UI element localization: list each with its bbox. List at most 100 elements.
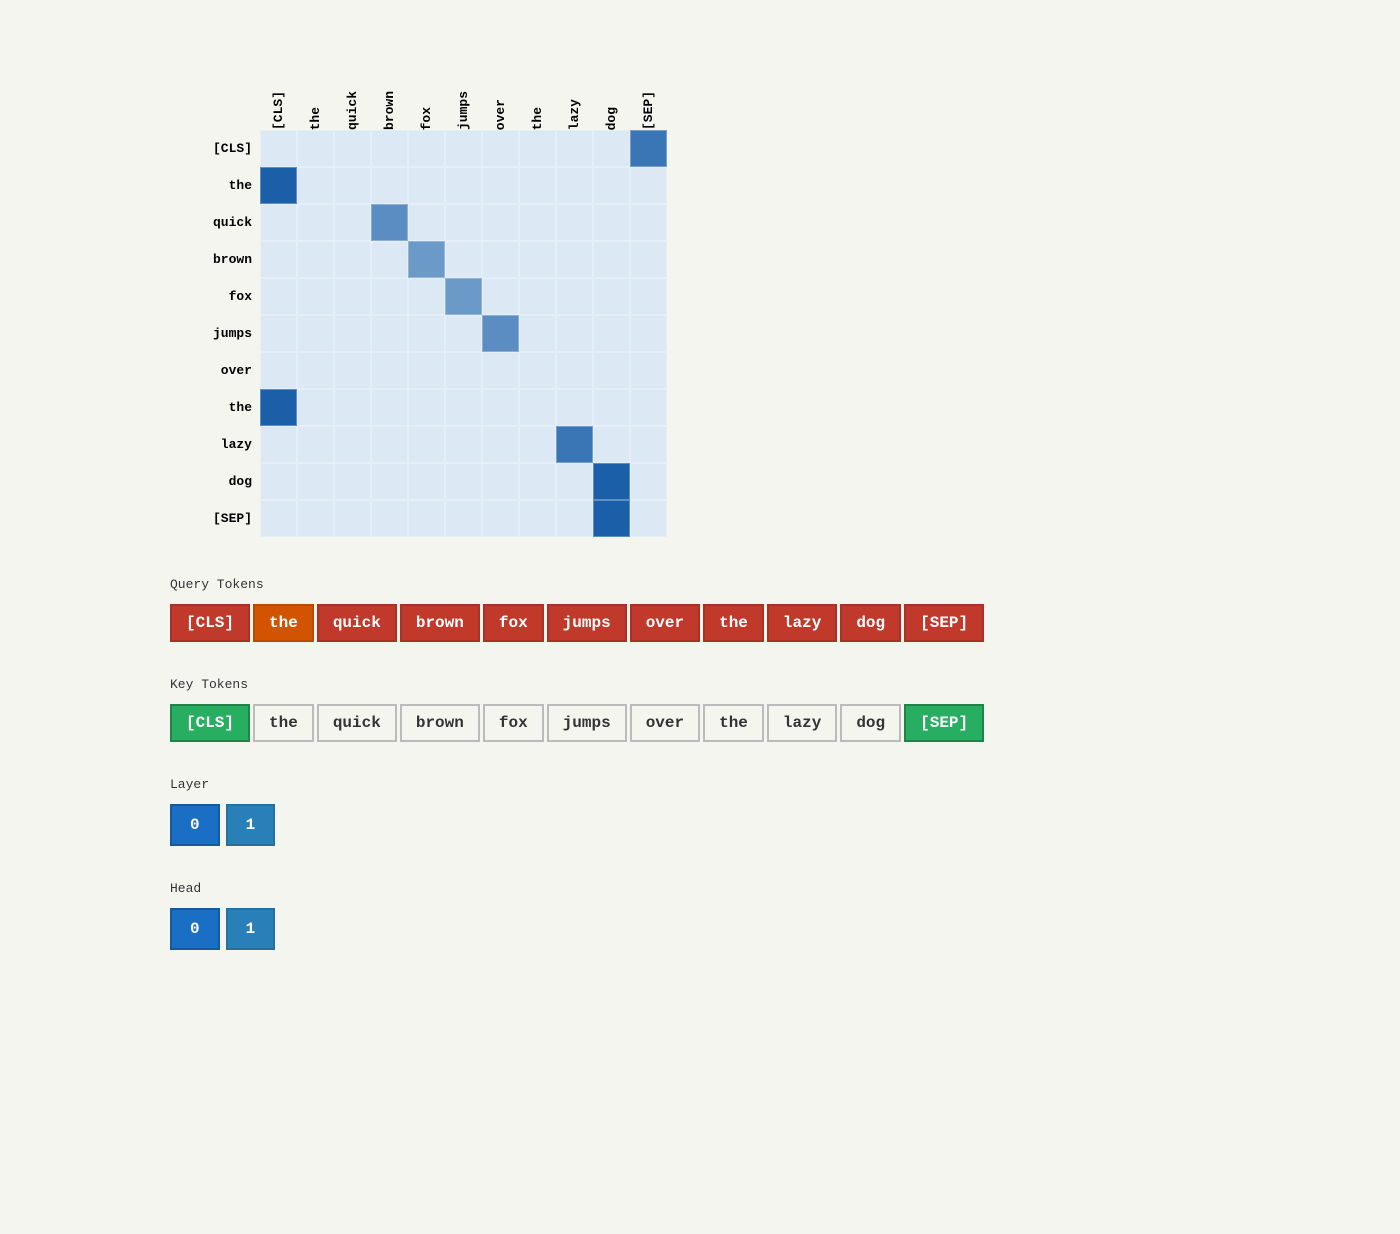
matrix-cell bbox=[371, 204, 408, 241]
matrix-cell bbox=[482, 241, 519, 278]
matrix-cell bbox=[371, 426, 408, 463]
col-label: over bbox=[482, 40, 519, 130]
matrix-cell bbox=[519, 278, 556, 315]
matrix-cell bbox=[408, 426, 445, 463]
layer-button-1[interactable]: 1 bbox=[226, 804, 276, 846]
query-token[interactable]: lazy bbox=[767, 604, 837, 642]
matrix-row bbox=[260, 241, 667, 278]
matrix-cell bbox=[297, 278, 334, 315]
matrix-cell bbox=[519, 130, 556, 167]
matrix-cell bbox=[334, 426, 371, 463]
matrix-cell bbox=[630, 500, 667, 537]
matrix-cell bbox=[556, 278, 593, 315]
matrix-cell bbox=[482, 463, 519, 500]
matrix-cell bbox=[519, 352, 556, 389]
matrix-cell bbox=[630, 463, 667, 500]
key-token[interactable]: over bbox=[630, 704, 700, 742]
matrix-cell bbox=[297, 389, 334, 426]
matrix-cell bbox=[482, 500, 519, 537]
matrix-cell bbox=[556, 352, 593, 389]
matrix-cell bbox=[630, 426, 667, 463]
query-token[interactable]: [CLS] bbox=[170, 604, 250, 642]
layer-button-0[interactable]: 0 bbox=[170, 804, 220, 846]
matrix-cell bbox=[260, 204, 297, 241]
key-token[interactable]: jumps bbox=[547, 704, 627, 742]
query-token[interactable]: the bbox=[703, 604, 764, 642]
matrix-cell bbox=[519, 315, 556, 352]
matrix-cell bbox=[445, 130, 482, 167]
matrix-cell bbox=[371, 500, 408, 537]
col-label: brown bbox=[371, 40, 408, 130]
key-token[interactable]: the bbox=[253, 704, 314, 742]
matrix-cell bbox=[408, 167, 445, 204]
matrix-cell bbox=[482, 352, 519, 389]
query-token[interactable]: the bbox=[253, 604, 314, 642]
col-label: [SEP] bbox=[630, 40, 667, 130]
row-label: [CLS] bbox=[170, 130, 260, 167]
key-token[interactable]: [SEP] bbox=[904, 704, 984, 742]
matrix-cell bbox=[408, 241, 445, 278]
key-token[interactable]: dog bbox=[840, 704, 901, 742]
query-token[interactable]: quick bbox=[317, 604, 397, 642]
matrix-cell bbox=[297, 463, 334, 500]
matrix-cell bbox=[593, 278, 630, 315]
matrix-row bbox=[260, 389, 667, 426]
matrix-cell bbox=[593, 241, 630, 278]
matrix-cell bbox=[297, 130, 334, 167]
key-token[interactable]: quick bbox=[317, 704, 397, 742]
matrix-cell bbox=[630, 130, 667, 167]
matrix-cell bbox=[630, 352, 667, 389]
query-token-section: Query Tokens [CLS]thequickbrownfoxjumpso… bbox=[170, 577, 1230, 642]
key-token[interactable]: the bbox=[703, 704, 764, 742]
matrix-cell bbox=[593, 463, 630, 500]
matrix-cell bbox=[630, 204, 667, 241]
matrix-cell bbox=[408, 130, 445, 167]
col-label: jumps bbox=[445, 40, 482, 130]
head-button-row: 01 bbox=[170, 908, 1230, 950]
matrix-cell bbox=[334, 241, 371, 278]
matrix-cell bbox=[408, 278, 445, 315]
matrix-row bbox=[260, 315, 667, 352]
matrix-cell bbox=[408, 500, 445, 537]
matrix-cell bbox=[445, 204, 482, 241]
query-token[interactable]: dog bbox=[840, 604, 901, 642]
matrix-cell bbox=[519, 426, 556, 463]
matrix-cell bbox=[556, 389, 593, 426]
matrix-row bbox=[260, 278, 667, 315]
matrix-cell bbox=[260, 426, 297, 463]
col-label: fox bbox=[408, 40, 445, 130]
matrix-cell bbox=[482, 426, 519, 463]
matrix-cell bbox=[297, 167, 334, 204]
col-labels: [CLS]thequickbrownfoxjumpsoverthelazydog… bbox=[260, 40, 667, 130]
matrix-section: [CLS]thequickbrownfoxjumpsoverthelazydog… bbox=[170, 40, 1230, 537]
query-token[interactable]: jumps bbox=[547, 604, 627, 642]
matrix-cell bbox=[260, 130, 297, 167]
key-token[interactable]: [CLS] bbox=[170, 704, 250, 742]
key-token[interactable]: lazy bbox=[767, 704, 837, 742]
matrix-cell bbox=[482, 389, 519, 426]
row-label: dog bbox=[170, 463, 260, 500]
query-token[interactable]: fox bbox=[483, 604, 544, 642]
query-token[interactable]: brown bbox=[400, 604, 480, 642]
matrix-cell bbox=[260, 315, 297, 352]
matrix-cell bbox=[445, 426, 482, 463]
matrix-cell bbox=[371, 167, 408, 204]
key-label: Key Tokens bbox=[170, 677, 1230, 692]
matrix-cell bbox=[593, 130, 630, 167]
query-token[interactable]: over bbox=[630, 604, 700, 642]
key-token[interactable]: brown bbox=[400, 704, 480, 742]
col-label: quick bbox=[334, 40, 371, 130]
head-button-1[interactable]: 1 bbox=[226, 908, 276, 950]
row-label: [SEP] bbox=[170, 500, 260, 537]
matrix-cell bbox=[334, 167, 371, 204]
matrix-cell bbox=[519, 463, 556, 500]
matrix-cell bbox=[334, 463, 371, 500]
head-button-0[interactable]: 0 bbox=[170, 908, 220, 950]
matrix-cell bbox=[371, 241, 408, 278]
matrix-cell bbox=[519, 167, 556, 204]
query-token[interactable]: [SEP] bbox=[904, 604, 984, 642]
row-label: the bbox=[170, 167, 260, 204]
matrix-cell bbox=[371, 389, 408, 426]
matrix-cell bbox=[297, 352, 334, 389]
key-token[interactable]: fox bbox=[483, 704, 544, 742]
